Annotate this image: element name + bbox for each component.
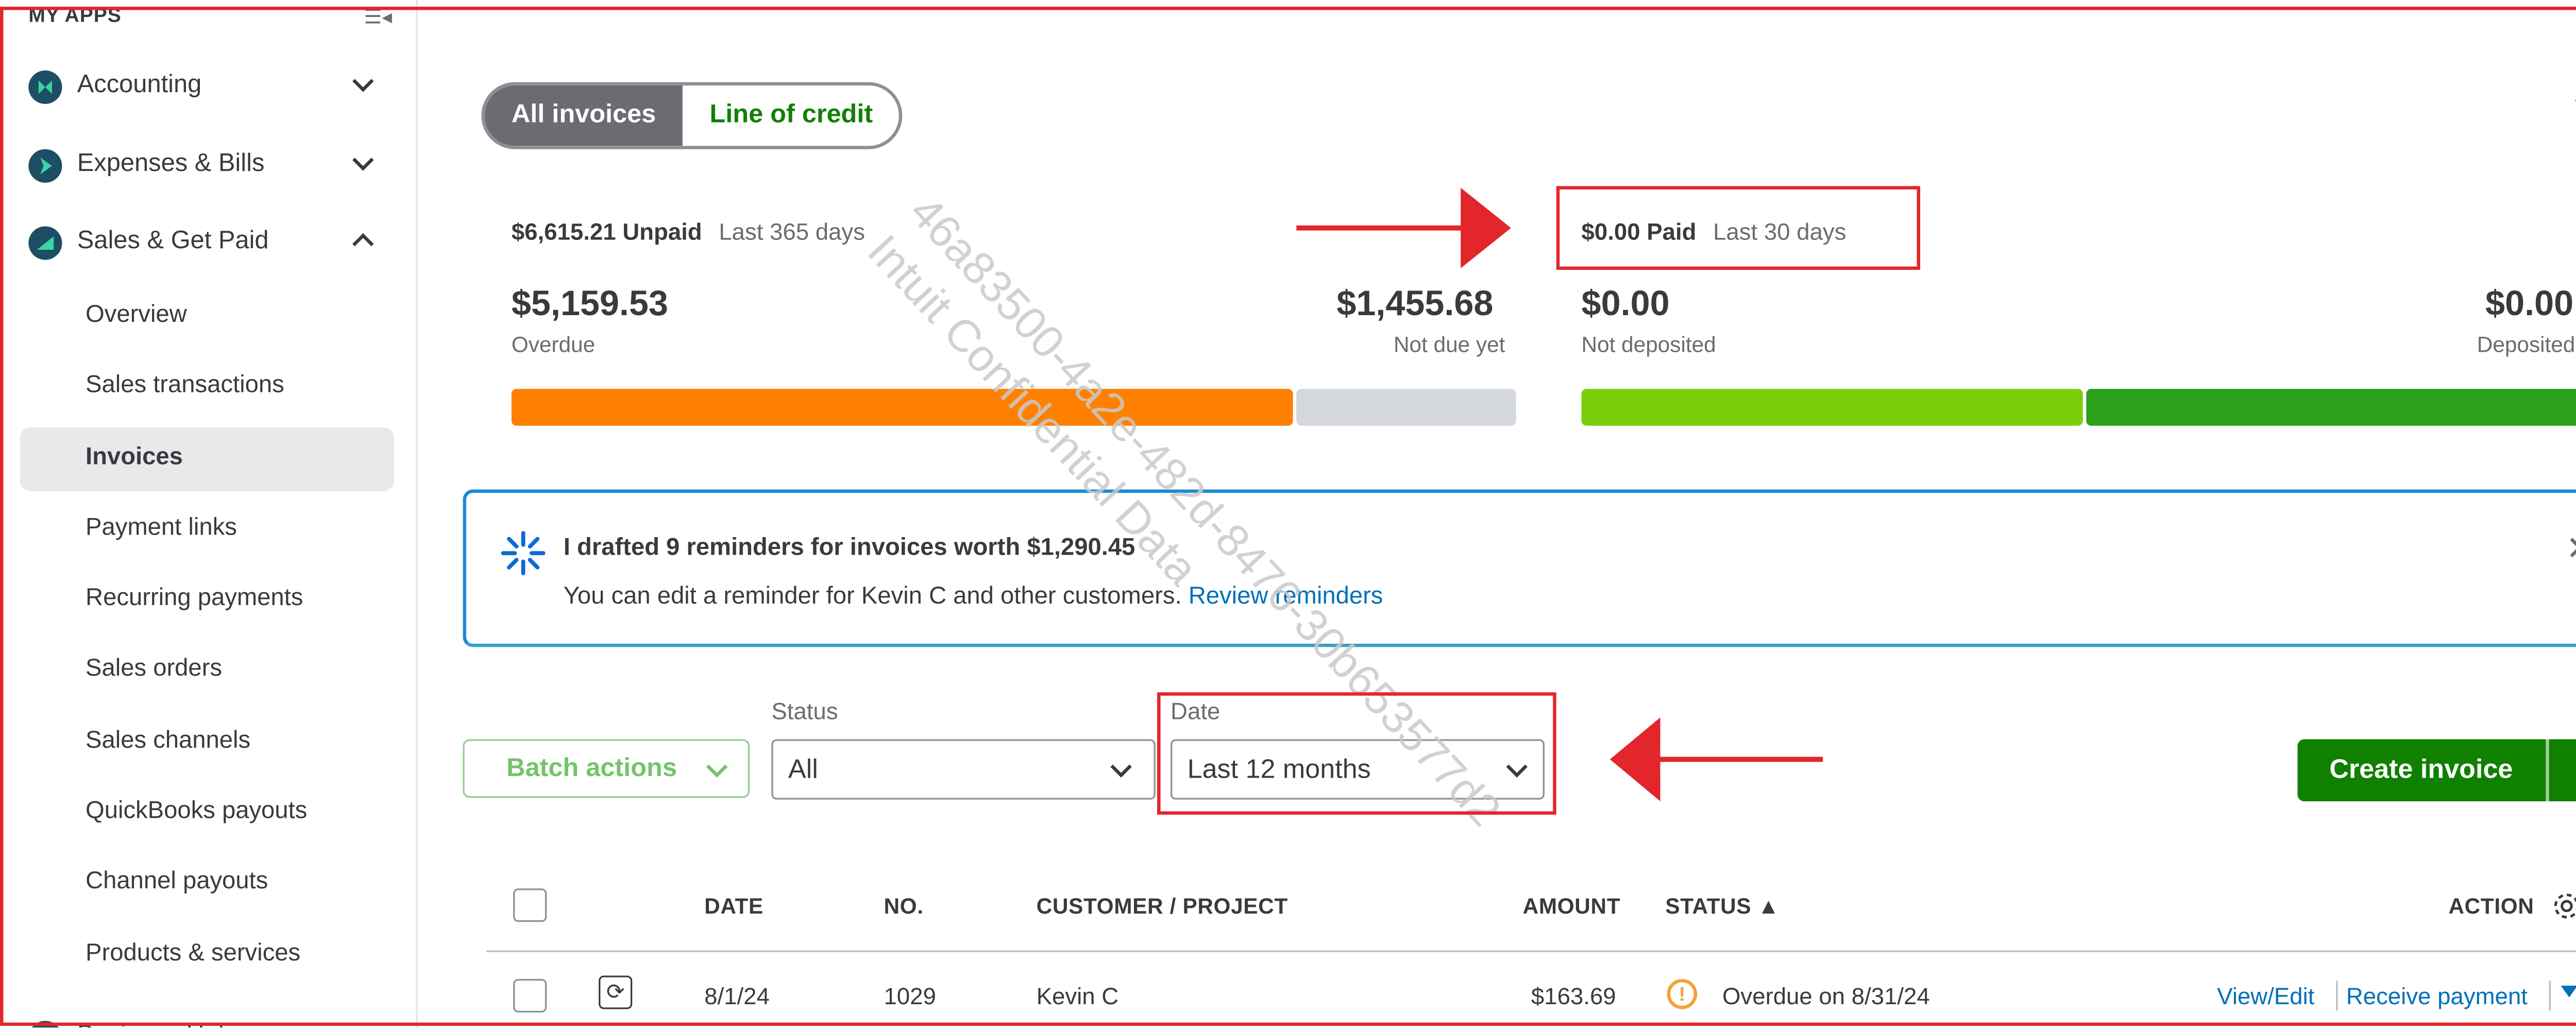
annotation-paid-box (1556, 186, 1921, 270)
annotation-outer-frame (0, 7, 2576, 1026)
app-screen: MY APPS ☰◂ Accounting Expenses & Bills S… (0, 0, 2576, 1028)
annotation-date-box (1157, 692, 1556, 815)
annotation-arrow-right (1296, 184, 1514, 280)
annotation-arrow-left (1606, 714, 1824, 813)
